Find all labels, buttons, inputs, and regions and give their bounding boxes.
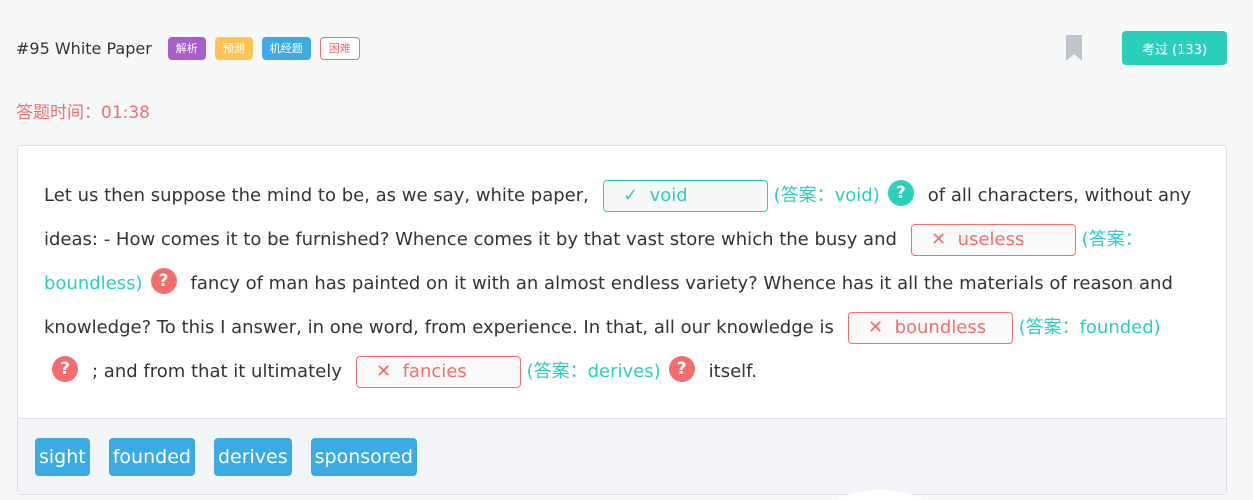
blank-3[interactable]: ✕ boundless	[847, 312, 1013, 344]
bookmark-icon[interactable]	[1066, 35, 1082, 61]
tag-prediction[interactable]: 预测	[214, 36, 253, 60]
tag-analysis[interactable]: 解析	[167, 36, 206, 60]
blank-value: fancies	[402, 361, 467, 382]
help-icon[interactable]: ?	[668, 356, 695, 382]
help-icon[interactable]: ?	[887, 180, 914, 206]
blank-1[interactable]: ✓ void	[602, 180, 768, 212]
blank-value: boundless	[894, 317, 987, 338]
cross-icon: ✕	[931, 229, 947, 250]
help-icon[interactable]: ?	[52, 356, 78, 382]
correct-answer-3: (答案：founded)	[1018, 317, 1161, 338]
check-icon: ✓	[623, 185, 639, 206]
passage-text: Let us then suppose the mind to be, as w…	[44, 174, 1196, 394]
correct-answer-1: (答案：void)	[773, 185, 880, 206]
help-icon[interactable]: ?	[150, 268, 177, 294]
word-bank: sight founded derives sponsored	[18, 418, 1226, 494]
blank-2[interactable]: ✕ useless	[910, 224, 1076, 256]
word-chip[interactable]: sponsored	[310, 437, 417, 476]
correct-answer-4: (答案：derives)	[526, 361, 661, 382]
word-chip[interactable]: sight	[35, 437, 90, 476]
blank-value: useless	[957, 229, 1025, 250]
word-chip[interactable]: derives	[213, 437, 292, 476]
blank-4[interactable]: ✕ fancies	[355, 356, 521, 388]
question-header: #95 White Paper 解析 预测 机经题 困难 考过 (133)	[16, 30, 1227, 66]
passage-segment: ; and from that it ultimately	[92, 361, 342, 382]
tag-difficulty: 困难	[319, 36, 360, 60]
cross-icon: ✕	[376, 361, 392, 382]
passage-segment: Let us then suppose the mind to be, as w…	[44, 185, 589, 206]
word-chip[interactable]: founded	[108, 437, 195, 476]
question-card: Let us then suppose the mind to be, as w…	[17, 145, 1227, 495]
answer-timer: 答题时间：01:38	[16, 103, 150, 123]
passage-segment: itself.	[708, 361, 757, 382]
tag-exam-question[interactable]: 机经题	[261, 36, 311, 60]
cross-icon: ✕	[868, 317, 884, 338]
blank-value: void	[649, 185, 688, 206]
exam-count-button[interactable]: 考过 (133)	[1122, 31, 1227, 65]
question-title: #95 White Paper	[16, 38, 152, 58]
